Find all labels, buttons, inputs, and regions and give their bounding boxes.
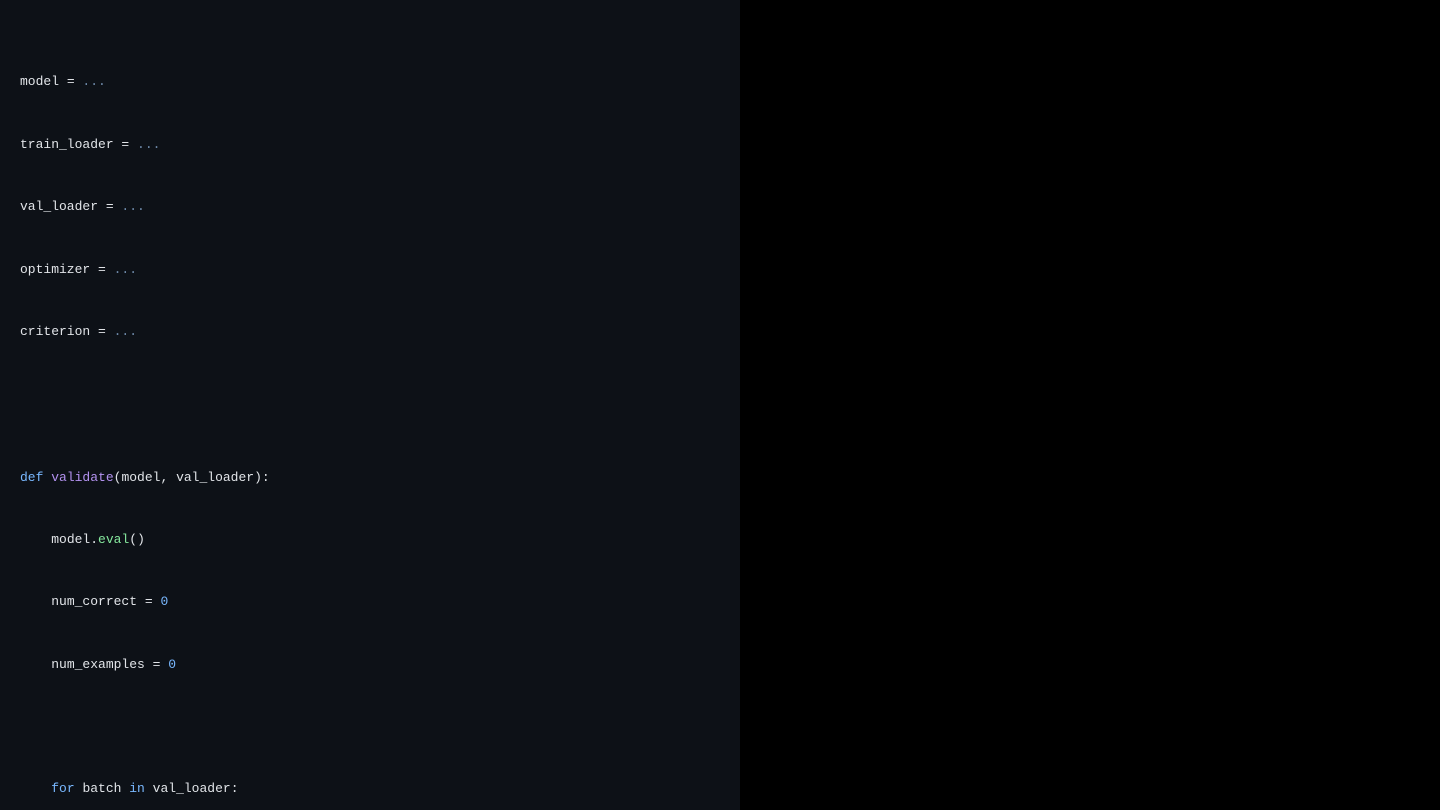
code-line: num_examples = 0 (20, 655, 720, 676)
code-line-blank (20, 384, 720, 405)
code-line: num_correct = 0 (20, 592, 720, 613)
code-content: model = ... train_loader = ... val_loade… (0, 10, 740, 810)
code-line: criterion = ... (20, 322, 720, 343)
code-line: train_loader = ... (20, 135, 720, 156)
code-line: for batch in val_loader: (20, 779, 720, 800)
code-line: optimizer = ... (20, 260, 720, 281)
code-line: def validate(model, val_loader): (20, 468, 720, 489)
code-line: val_loader = ... (20, 197, 720, 218)
code-editor: model = ... train_loader = ... val_loade… (0, 0, 740, 810)
right-panel (740, 0, 1440, 810)
code-line-blank (20, 717, 720, 738)
code-line: model = ... (20, 72, 720, 93)
code-line: model.eval() (20, 530, 720, 551)
